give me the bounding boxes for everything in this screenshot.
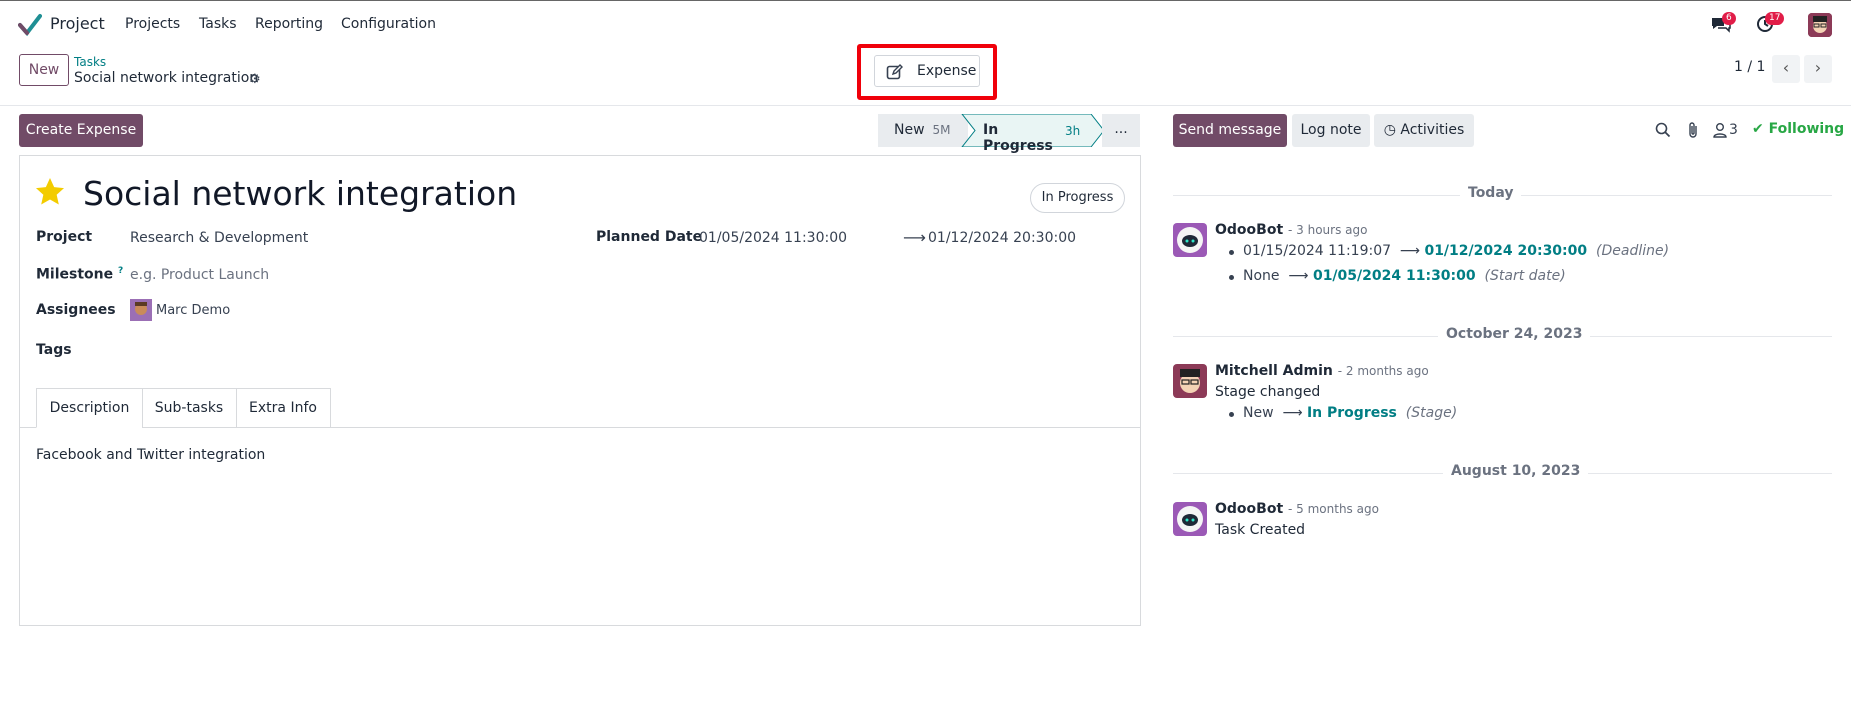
tabs-divider [143,427,1140,428]
message-body: Stage changed [1215,384,1321,400]
odoobot-avatar[interactable] [1173,502,1207,536]
edit-icon [886,64,903,80]
log-note-button[interactable]: Log note [1292,114,1370,147]
tracking-value: 01/15/2024 11:19:07 ⟶ 01/12/2024 20:30:0… [1243,243,1670,259]
menu-reporting[interactable]: Reporting [255,16,323,32]
odoobot-avatar[interactable] [1173,223,1207,257]
control-panel: New Tasks Social network integration ⚙ E… [0,44,1851,106]
project-app-logo-icon[interactable] [18,13,42,37]
assignee-name[interactable]: Marc Demo [156,303,230,318]
following-label: Following [1768,121,1845,137]
pager-previous-icon[interactable]: ‹ [1772,55,1800,83]
tags-label: Tags [36,342,72,358]
message-author[interactable]: OdooBot - 3 hours ago [1215,222,1367,238]
stage-in-progress-label: In Progress [983,122,1053,154]
activities-label: Activities [1400,122,1465,138]
top-navbar: Project Projects Tasks Reporting Configu… [0,0,1851,48]
date-separator-aug: August 10, 2023 [1443,463,1589,479]
search-icon[interactable] [1655,122,1671,138]
message-author[interactable]: Mitchell Admin - 2 months ago [1215,363,1429,379]
planned-end-field[interactable]: 01/12/2024 20:30:00 [928,230,1076,246]
form-sheet: Social network integration In Progress P… [19,155,1141,626]
check-icon: ✔ [1752,121,1764,137]
task-state-badge[interactable]: In Progress [1030,183,1125,213]
project-field[interactable]: Research & Development [130,230,308,246]
clock-icon: ◷ [1383,122,1396,138]
assignees-label: Assignees [36,302,116,318]
tracking-value: None ⟶ 01/05/2024 11:30:00 (Start date) [1243,268,1566,284]
mitchell-admin-avatar[interactable] [1173,364,1207,398]
milestone-label: Milestone ? [36,266,124,283]
following-button[interactable]: ✔ Following [1752,121,1844,137]
star-icon[interactable] [34,176,66,208]
date-separator-oct: October 24, 2023 [1438,326,1591,342]
tab-sub-tasks[interactable]: Sub-tasks [142,388,237,428]
new-button[interactable]: New [19,54,69,86]
date-separator-today: Today [1460,185,1522,201]
breadcrumb-current: Social network integration [74,70,259,86]
message-date: - 5 months ago [1288,502,1379,516]
activities-button[interactable]: ◷ Activities [1374,114,1474,147]
expense-smart-button[interactable]: Expense [874,55,980,87]
expense-label: Expense [917,63,977,79]
stage-more-button[interactable]: ... [1102,114,1140,147]
message-date: - 3 hours ago [1288,223,1368,237]
tab-description[interactable]: Description [36,388,143,428]
tags-field[interactable] [130,338,560,364]
followers-icon[interactable] [1713,122,1727,138]
app-name[interactable]: Project [50,14,105,33]
menu-tasks[interactable]: Tasks [199,16,237,32]
paperclip-icon[interactable] [1685,121,1701,139]
gear-icon[interactable]: ⚙ [249,72,261,87]
pager-value[interactable]: 1 / 1 [1734,59,1765,75]
bullet [1229,250,1234,255]
tracking-value: New ⟶ In Progress (Stage) [1243,405,1458,421]
user-avatar[interactable] [1808,13,1832,37]
message-body: Task Created [1215,522,1306,538]
send-message-button[interactable]: Send message [1173,114,1287,147]
assignee-avatar [130,299,152,321]
stage-in-progress-time: 3h [1065,124,1081,138]
tab-extra-info[interactable]: Extra Info [236,388,331,428]
followers-count[interactable]: 3 [1729,122,1738,138]
message-date: - 2 months ago [1337,364,1429,378]
planned-start-field[interactable]: 01/05/2024 11:30:00 [699,230,847,246]
activities-badge: 17 [1765,12,1785,25]
tabs-divider-left [20,427,36,428]
planned-date-label: Planned Date [596,229,703,245]
help-tooltip-icon[interactable]: ? [118,266,123,276]
create-expense-button[interactable]: Create Expense [19,114,143,147]
message-author[interactable]: OdooBot - 5 months ago [1215,501,1379,517]
arrow-right-icon: ⟶ [903,228,926,247]
milestone-field[interactable]: e.g. Product Launch [130,267,269,283]
pager-next-icon[interactable]: › [1804,55,1832,83]
menu-configuration[interactable]: Configuration [341,16,436,32]
menu-projects[interactable]: Projects [125,16,180,32]
project-label: Project [36,229,93,245]
description-editor[interactable]: Facebook and Twitter integration [36,447,265,463]
bullet [1229,412,1234,417]
messages-badge: 6 [1722,12,1736,25]
breadcrumb-tasks-link[interactable]: Tasks [74,55,106,69]
task-title[interactable]: Social network integration [83,174,517,213]
bullet [1229,275,1234,280]
